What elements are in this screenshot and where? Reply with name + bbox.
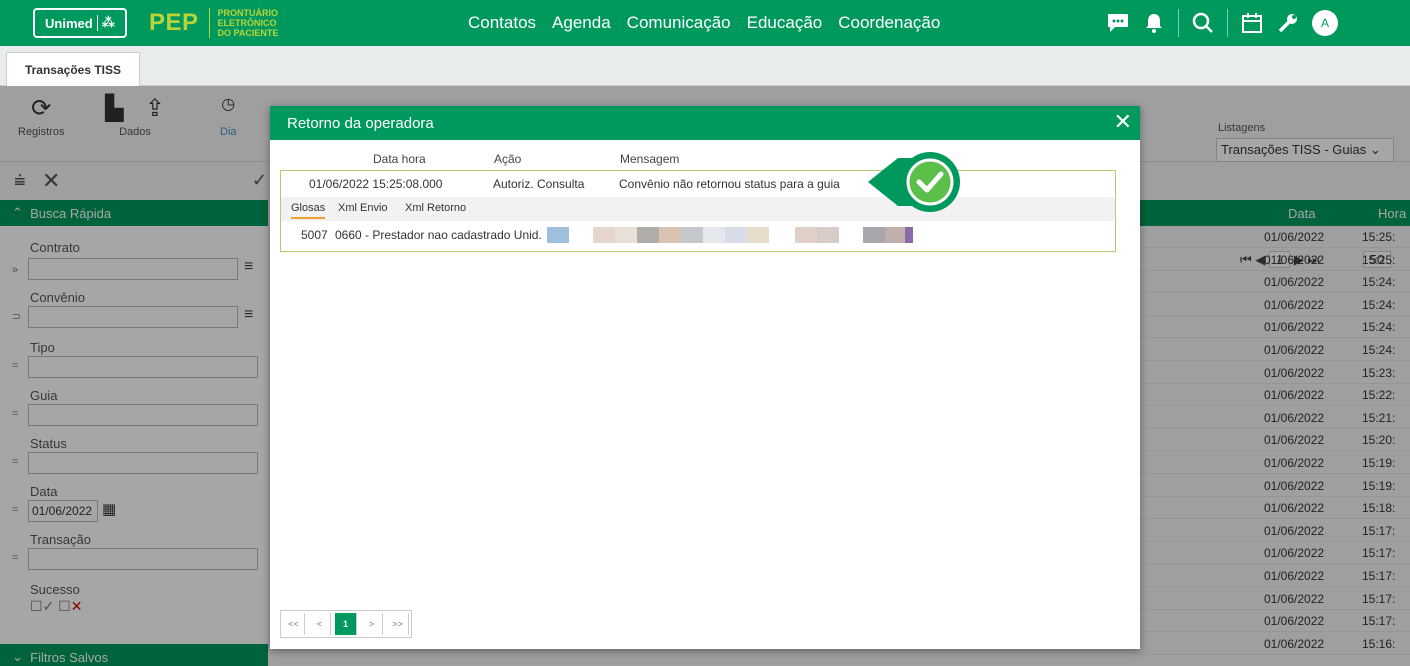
close-icon[interactable]: ✕ (1114, 110, 1132, 134)
retorno-modal: Retorno da operadora ✕ Data hora Ação Me… (270, 106, 1140, 649)
calendar-icon[interactable] (1234, 0, 1270, 46)
tab-glosas[interactable]: Glosas (291, 202, 326, 219)
top-icons: A (1100, 0, 1338, 46)
app-name: PEP (149, 9, 199, 36)
current-page-button[interactable]: 1 (335, 613, 357, 635)
search-icon[interactable] (1185, 0, 1221, 46)
record-row[interactable]: 01/06/2022 15:25:08.000 Autoriz. Consult… (281, 171, 1115, 195)
unimed-tree-icon: ⁂ (101, 15, 115, 30)
main-menu: Contatos Agenda Comunicação Educação Coo… (468, 0, 956, 46)
tab-xml-retorno[interactable]: Xml Retorno (405, 202, 466, 214)
tab-xml-envio[interactable]: Xml Envio (338, 202, 388, 214)
record-subtabs: Glosas Xml Envio Xml Retorno (281, 197, 1115, 221)
user-avatar[interactable]: A (1312, 10, 1338, 36)
tab-transacoes-tiss[interactable]: Transações TISS (6, 52, 140, 86)
menu-agenda[interactable]: Agenda (552, 13, 611, 33)
bell-icon[interactable] (1136, 0, 1172, 46)
success-check-icon (868, 152, 960, 212)
retorno-record[interactable]: 01/06/2022 15:25:08.000 Autoriz. Consult… (280, 170, 1116, 252)
app-subtitle: PRONTUÁRIO ELETRÔNICO DO PACIENTE (208, 8, 339, 38)
prev-page-button[interactable]: < (309, 613, 331, 635)
last-page-button[interactable]: >> (387, 613, 409, 635)
top-navbar: Unimed ⁂ PEP PRONTUÁRIO ELETRÔNICO DO PA… (0, 0, 1410, 46)
col-mensagem: Mensagem (620, 152, 680, 166)
first-page-button[interactable]: << (283, 613, 305, 635)
menu-comunicacao[interactable]: Comunicação (627, 13, 731, 33)
col-acao: Ação (494, 152, 522, 166)
menu-coordenacao[interactable]: Coordenação (838, 13, 940, 33)
menu-educacao[interactable]: Educação (747, 13, 823, 33)
tab-strip: Transações TISS (0, 46, 1410, 86)
chat-icon[interactable] (1100, 0, 1136, 46)
modal-title: Retorno da operadora (287, 114, 434, 132)
modal-pager: << < 1 > >> (280, 610, 412, 638)
glosa-row: 5007 0660 - Prestador nao cadastrado Uni… (281, 223, 1115, 245)
unimed-logo[interactable]: Unimed ⁂ (33, 8, 127, 38)
wrench-icon[interactable] (1270, 0, 1306, 46)
next-page-button[interactable]: > (361, 613, 383, 635)
menu-contatos[interactable]: Contatos (468, 13, 536, 33)
col-datahora: Data hora (373, 152, 426, 166)
modal-header: Retorno da operadora ✕ (270, 106, 1140, 140)
